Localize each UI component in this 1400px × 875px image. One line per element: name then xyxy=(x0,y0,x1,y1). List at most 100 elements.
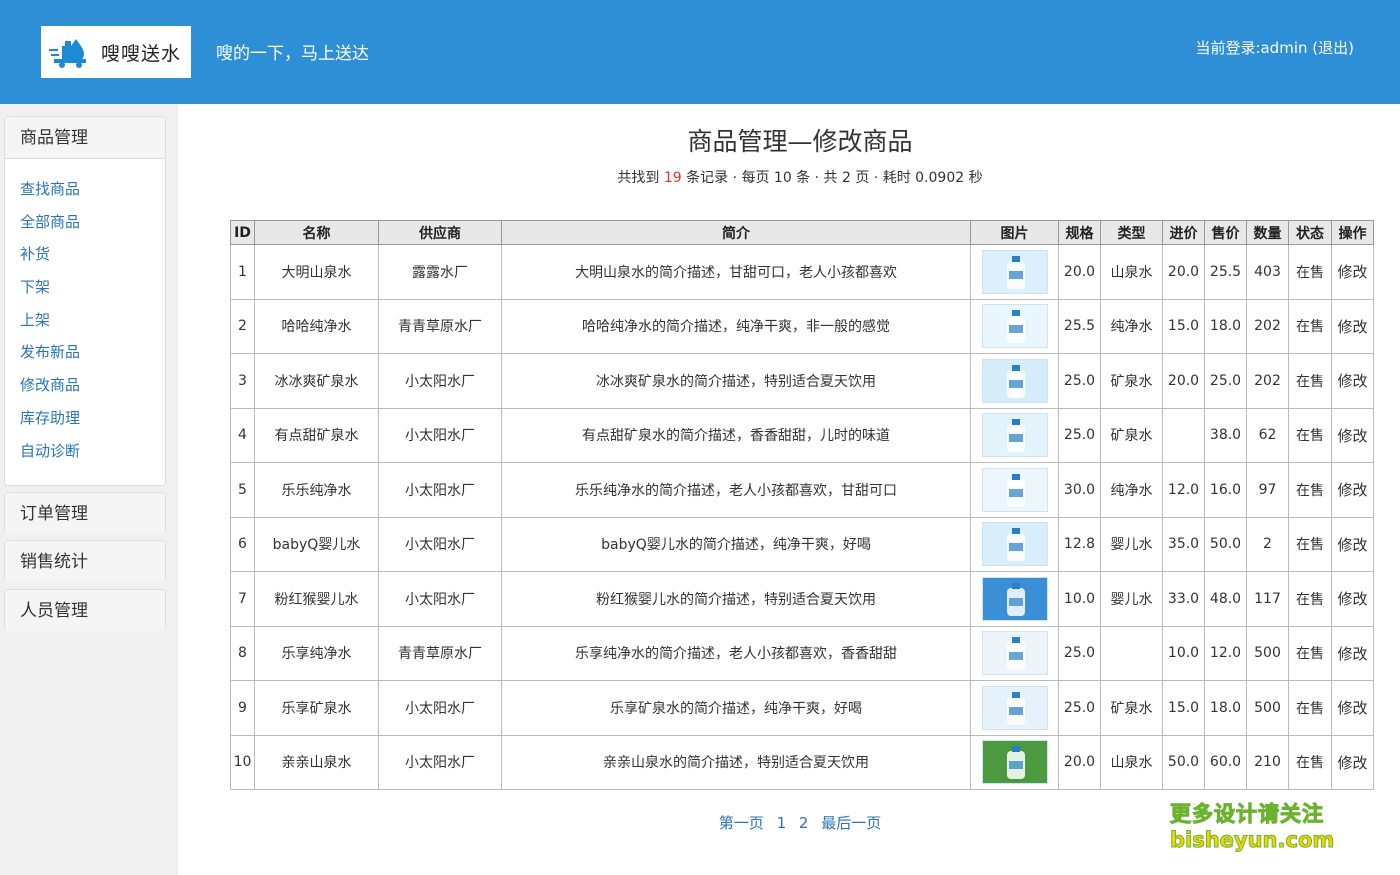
cell-spec: 12.8 xyxy=(1058,516,1101,572)
col-spec: 规格 xyxy=(1058,220,1101,245)
edit-link[interactable]: 修改 xyxy=(1331,462,1374,518)
cell-price: 18.0 xyxy=(1204,298,1247,354)
sidebar-item-off-shelf[interactable]: 下架 xyxy=(20,271,165,304)
sidebar-item-edit-product[interactable]: 修改商品 xyxy=(20,369,165,402)
cell-spec: 25.0 xyxy=(1058,625,1101,681)
cell-supplier: 小太阳水厂 xyxy=(378,462,502,518)
page-title: 商品管理—修改商品 xyxy=(687,127,913,156)
cell-desc: 冰冰爽矿泉水的简介描述，特别适合夏天饮用 xyxy=(501,353,971,409)
pagination: 第一页 1 2 最后一页 xyxy=(600,812,1000,833)
col-price: 售价 xyxy=(1204,220,1247,245)
cell-type: 婴儿水 xyxy=(1100,516,1163,572)
cell-name: 冰冰爽矿泉水 xyxy=(254,353,379,409)
col-name: 名称 xyxy=(254,220,379,245)
table-row: 4 有点甜矿泉水 小太阳水厂 有点甜矿泉水的简介描述，香香甜甜，儿时的味道 25.0 矿泉… xyxy=(230,407,1374,463)
record-count: 19 xyxy=(663,170,682,186)
edit-link[interactable]: 修改 xyxy=(1331,734,1374,790)
cell-spec: 25.0 xyxy=(1058,680,1101,736)
product-table: ID 名称 供应商 简介 图片 规格 类型 进价 售价 数量 状态 操作 1 大明… xyxy=(230,220,1374,790)
result-summary: 共找到 19 条记录 · 每页 10 条 · 共 2 页 · 耗时 0.0902… xyxy=(430,167,1170,187)
cell-qty: 500 xyxy=(1246,680,1289,736)
cell-price: 25.0 xyxy=(1204,353,1247,409)
edit-link[interactable]: 修改 xyxy=(1331,244,1374,300)
cell-qty: 210 xyxy=(1246,734,1289,790)
product-image xyxy=(981,522,1048,567)
sidebar-group-staff[interactable]: 人员管理 xyxy=(5,590,165,632)
sidebar-item-inventory[interactable]: 库存助理 xyxy=(20,402,165,435)
product-image xyxy=(981,304,1048,349)
cell-name: 乐享矿泉水 xyxy=(254,680,379,736)
product-image xyxy=(981,685,1048,730)
edit-link[interactable]: 修改 xyxy=(1331,680,1374,736)
top-header: 嗖嗖送水 嗖的一下，马上送达 当前登录:admin (退出) xyxy=(0,0,1400,104)
sidebar-panel-products: 商品管理 查找商品 全部商品 补货 下架 上架 发布新品 修改商品 库存助理 自… xyxy=(4,116,166,486)
cell-type: 山泉水 xyxy=(1100,734,1163,790)
cell-supplier: 露露水厂 xyxy=(378,244,502,300)
cell-cost: 10.0 xyxy=(1162,625,1205,681)
sidebar-item-restock[interactable]: 补货 xyxy=(20,238,165,271)
cell-name: 乐享纯净水 xyxy=(254,625,379,681)
cell-id: 5 xyxy=(230,462,255,518)
col-type: 类型 xyxy=(1100,220,1163,245)
cell-name: 乐乐纯净水 xyxy=(254,462,379,518)
edit-link[interactable]: 修改 xyxy=(1331,625,1374,681)
cell-status: 在售 xyxy=(1288,298,1332,354)
cell-type: 矿泉水 xyxy=(1100,680,1163,736)
sidebar-item-search[interactable]: 查找商品 xyxy=(20,173,165,206)
cell-desc: 哈哈纯净水的简介描述，纯净干爽，非一般的感觉 xyxy=(501,298,971,354)
cell-supplier: 青青草原水厂 xyxy=(378,298,502,354)
cell-cost xyxy=(1162,407,1205,463)
cell-qty: 62 xyxy=(1246,407,1289,463)
cell-cost: 15.0 xyxy=(1162,298,1205,354)
cell-desc: 乐享矿泉水的简介描述，纯净干爽，好喝 xyxy=(501,680,971,736)
cell-type: 矿泉水 xyxy=(1100,353,1163,409)
cell-cost: 15.0 xyxy=(1162,680,1205,736)
cell-cost: 20.0 xyxy=(1162,244,1205,300)
cell-cost: 20.0 xyxy=(1162,353,1205,409)
product-menu: 查找商品 全部商品 补货 下架 上架 发布新品 修改商品 库存助理 自动诊断 xyxy=(5,159,165,477)
col-cost: 进价 xyxy=(1162,220,1205,245)
cell-spec: 20.0 xyxy=(1058,734,1101,790)
pager-page-1[interactable]: 1 xyxy=(777,814,787,832)
cell-name: 有点甜矿泉水 xyxy=(254,407,379,463)
sidebar-panel-staff: 人员管理 xyxy=(4,589,166,632)
edit-link[interactable]: 修改 xyxy=(1331,298,1374,354)
sidebar-item-diagnosis[interactable]: 自动诊断 xyxy=(20,435,165,468)
sidebar-item-on-shelf[interactable]: 上架 xyxy=(20,304,165,337)
sidebar-group-orders[interactable]: 订单管理 xyxy=(5,493,165,535)
sidebar-panel-sales: 销售统计 xyxy=(4,540,166,583)
sidebar-item-all[interactable]: 全部商品 xyxy=(20,206,165,239)
col-image: 图片 xyxy=(970,220,1059,245)
watermark-line2: bisheyun.com xyxy=(1170,828,1335,853)
cell-name: 哈哈纯净水 xyxy=(254,298,379,354)
pager-page-2[interactable]: 2 xyxy=(799,814,809,832)
cell-image xyxy=(970,734,1059,790)
logo[interactable]: 嗖嗖送水 xyxy=(41,26,191,78)
table-row: 6 babyQ婴儿水 小太阳水厂 babyQ婴儿水的简介描述，纯净干爽，好喝 12.8 婴… xyxy=(230,516,1374,572)
cell-status: 在售 xyxy=(1288,625,1332,681)
edit-link[interactable]: 修改 xyxy=(1331,571,1374,627)
edit-link[interactable]: 修改 xyxy=(1331,407,1374,463)
pager-first[interactable]: 第一页 xyxy=(719,814,764,832)
cell-cost: 12.0 xyxy=(1162,462,1205,518)
table-row: 9 乐享矿泉水 小太阳水厂 乐享矿泉水的简介描述，纯净干爽，好喝 25.0 矿泉水 15.0… xyxy=(230,680,1374,736)
cell-qty: 2 xyxy=(1246,516,1289,572)
sidebar-group-products[interactable]: 商品管理 xyxy=(5,117,165,159)
pager-last[interactable]: 最后一页 xyxy=(821,814,881,832)
watermark-line1: 更多设计请关注 xyxy=(1170,802,1324,827)
cell-status: 在售 xyxy=(1288,516,1332,572)
edit-link[interactable]: 修改 xyxy=(1331,353,1374,409)
logout-link[interactable]: (退出) xyxy=(1312,39,1354,57)
sidebar-item-new-product[interactable]: 发布新品 xyxy=(20,336,165,369)
cell-price: 50.0 xyxy=(1204,516,1247,572)
cell-desc: 亲亲山泉水的简介描述，特别适合夏天饮用 xyxy=(501,734,971,790)
cell-status: 在售 xyxy=(1288,407,1332,463)
edit-link[interactable]: 修改 xyxy=(1331,516,1374,572)
summary-prefix: 共找到 xyxy=(617,170,664,186)
cell-type xyxy=(1100,625,1163,681)
cell-supplier: 小太阳水厂 xyxy=(378,680,502,736)
cell-id: 2 xyxy=(230,298,255,354)
cell-cost: 35.0 xyxy=(1162,516,1205,572)
cell-id: 8 xyxy=(230,625,255,681)
sidebar-group-sales[interactable]: 销售统计 xyxy=(5,541,165,583)
